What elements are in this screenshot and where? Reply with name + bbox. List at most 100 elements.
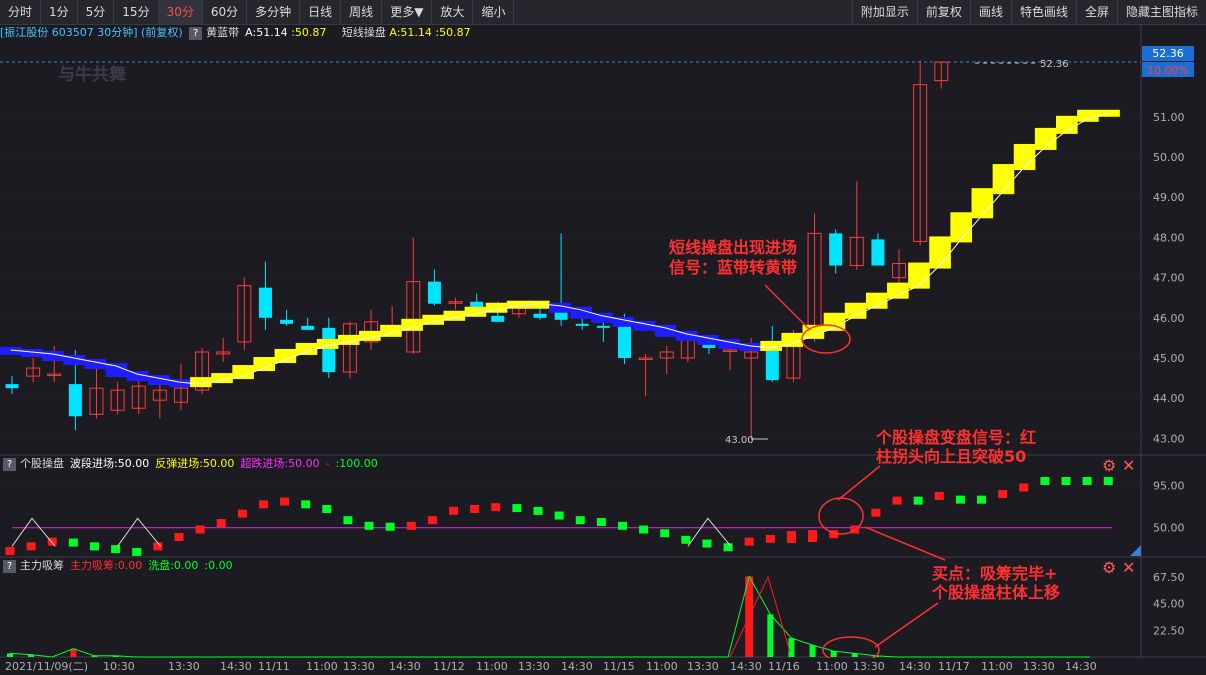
period-tab-9[interactable]: 更多▼ xyxy=(382,0,433,24)
main-chart-info: [振江股份 603507 30分钟] (前复权) ? 黄蓝带 A:51.14 :50… xyxy=(0,25,1140,41)
panel2-bar xyxy=(702,539,712,548)
panel2-bar xyxy=(491,503,501,512)
candle-body xyxy=(575,323,589,326)
current-change: 10.00% xyxy=(1147,64,1189,77)
panel2-bar xyxy=(343,516,353,525)
band-segment xyxy=(971,188,994,219)
panel2-bar xyxy=(258,500,268,509)
time-tick-label: 10:30 xyxy=(103,660,135,673)
candle-body xyxy=(322,327,336,373)
price-tick-label: 49.00 xyxy=(1153,191,1185,204)
help-icon[interactable]: ? xyxy=(189,26,203,40)
band-segment xyxy=(929,236,951,269)
main-panel-bg xyxy=(0,41,1141,455)
period-tab-8[interactable]: 周线 xyxy=(341,0,383,24)
band-segment xyxy=(992,164,1015,195)
tool-button-2[interactable]: 画线 xyxy=(969,0,1011,24)
tool-button-4[interactable]: 全屏 xyxy=(1075,0,1117,24)
period-tab-11[interactable]: 缩小 xyxy=(473,0,515,24)
period-tab-5[interactable]: 60分 xyxy=(203,0,248,24)
candle-body xyxy=(5,384,19,389)
band-segment xyxy=(844,302,867,319)
panel2-bar xyxy=(1019,483,1029,492)
band-segment xyxy=(1098,109,1120,117)
time-tick-label: 2021/11/09(二) xyxy=(5,660,88,673)
period-tab-6[interactable]: 多分钟 xyxy=(247,0,301,24)
annotation-2-line1: 个股操盘变盘信号：红 xyxy=(875,428,1036,447)
ind2-a: A:51.14 xyxy=(389,26,432,39)
candle-body xyxy=(829,233,843,266)
panel2-bar xyxy=(575,516,585,525)
period-tabs: 分时 1分 5分 15分 30分 60分 多分钟 日线 周线 更多▼ 放大 缩小 xyxy=(0,0,515,24)
price-tick-label: 43.00 xyxy=(1153,432,1185,445)
candle-body xyxy=(491,315,505,322)
period-tab-2[interactable]: 5分 xyxy=(78,0,115,24)
panel3-s2: 洗盘:0.00 xyxy=(148,559,199,572)
panel2-tick-label: 50.00 xyxy=(1153,522,1185,535)
time-tick-label: 11/15 xyxy=(603,660,635,673)
time-tick-label: 13:30 xyxy=(853,660,885,673)
band-segment xyxy=(887,282,909,299)
tool-button-0[interactable]: 附加显示 xyxy=(851,0,917,24)
panel2-s5: :100.00 xyxy=(335,457,378,470)
time-tick-label: 13:30 xyxy=(168,660,200,673)
panel2-s3: 超跌进场:50.00 xyxy=(240,457,320,470)
time-tick-label: 11:00 xyxy=(981,660,1013,673)
candle-body xyxy=(617,323,631,358)
panel2-bar xyxy=(195,525,205,534)
period-tab-10[interactable]: 放大 xyxy=(432,0,474,24)
ind1-name: 黄蓝带 xyxy=(206,26,240,39)
panel2-bar xyxy=(977,495,987,504)
panel3-tick-label: 45.00 xyxy=(1153,598,1185,611)
panel2-bar xyxy=(111,545,121,554)
candle-body xyxy=(301,325,315,330)
panel2-s2: 反弹进场:50.00 xyxy=(155,457,235,470)
period-tab-0[interactable]: 分时 xyxy=(0,0,42,24)
gear-icon[interactable]: ⚙ xyxy=(1102,458,1116,474)
help-icon[interactable]: ? xyxy=(3,457,16,471)
panel2-bar xyxy=(998,490,1008,499)
panel2-bar xyxy=(955,495,965,504)
high-price-label: 52.36 xyxy=(1040,59,1069,70)
band-segment xyxy=(865,292,888,309)
band-segment xyxy=(422,314,445,325)
current-price: 52.36 xyxy=(1152,47,1184,60)
time-tick-label: 13:30 xyxy=(687,660,719,673)
tool-button-1[interactable]: 前复权 xyxy=(916,0,970,24)
stock-title: [振江股份 603507 30分钟] (前复权) xyxy=(0,26,183,39)
time-tick-label: 13:30 xyxy=(518,660,550,673)
panel2-bar xyxy=(639,525,649,534)
panel2-bar xyxy=(68,538,78,547)
period-tab-4[interactable]: 30分 xyxy=(158,0,203,24)
period-tab-3[interactable]: 15分 xyxy=(114,0,159,24)
panel2-info: ? 个股操盘 波段进场:50.00 反弹进场:50.00 超跌进场:50.00-:100… xyxy=(0,456,1100,472)
panel2-bar xyxy=(89,542,99,551)
panel2-bar xyxy=(913,496,923,505)
period-tab-7[interactable]: 日线 xyxy=(300,0,342,24)
panel2-bar xyxy=(26,542,36,551)
time-tick-label: 11/17 xyxy=(938,660,970,673)
panel2-bar xyxy=(1082,477,1092,485)
band-segment xyxy=(253,357,276,372)
annotation-3-pointer-up xyxy=(864,526,946,561)
band-segment xyxy=(549,302,571,313)
panel2-bar xyxy=(871,508,881,517)
time-tick-label: 11/12 xyxy=(433,660,465,673)
gear-icon[interactable]: ⚙ xyxy=(1102,560,1116,576)
time-tick-label: 11:00 xyxy=(306,660,338,673)
time-tick-label: 13:30 xyxy=(1023,660,1055,673)
panel2-name: 个股操盘 xyxy=(20,457,64,470)
period-tab-1[interactable]: 1分 xyxy=(41,0,78,24)
band-segment xyxy=(274,348,297,364)
time-tick-label: 11:00 xyxy=(476,660,508,673)
close-icon[interactable]: ✕ xyxy=(1122,458,1135,474)
tool-button-3[interactable]: 特色画线 xyxy=(1010,0,1076,24)
close-icon[interactable]: ✕ xyxy=(1122,560,1135,576)
tool-button-5[interactable]: 隐藏主图指标 xyxy=(1116,0,1206,24)
time-tick-label: 14:30 xyxy=(220,660,252,673)
ind2-name: 短线操盘 xyxy=(341,26,386,39)
annotation-2-circle xyxy=(818,497,864,535)
price-tick-label: 46.00 xyxy=(1153,312,1185,325)
help-icon[interactable]: ? xyxy=(3,559,16,573)
price-tick-label: 51.00 xyxy=(1153,111,1185,124)
